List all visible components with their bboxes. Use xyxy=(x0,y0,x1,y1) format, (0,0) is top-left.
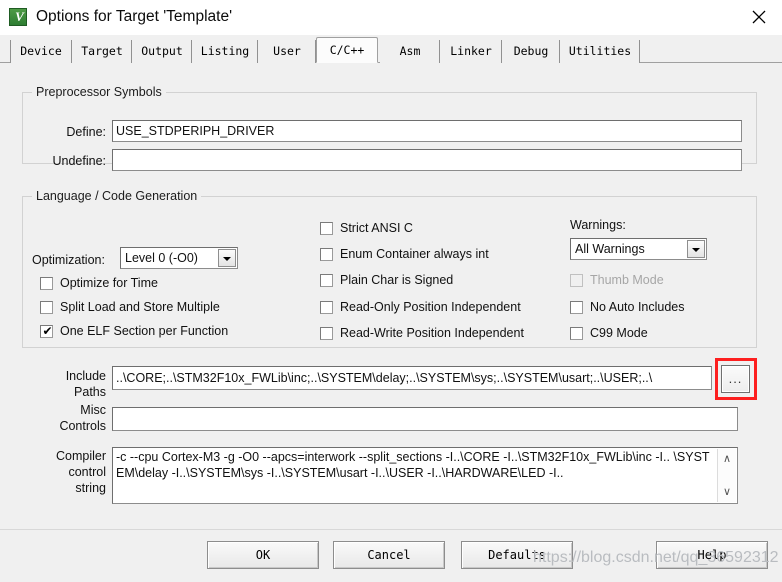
label-thumb-mode: Thumb Mode xyxy=(590,273,664,287)
checkbox-c99-mode[interactable] xyxy=(570,327,583,340)
tab-user[interactable]: User xyxy=(258,40,316,63)
tab-asm[interactable]: Asm xyxy=(380,40,440,63)
optimization-value: Level 0 (-O0) xyxy=(125,251,198,265)
dialog-footer: OK Cancel Defaults Help xyxy=(0,529,782,582)
misc-controls-label-line2: Controls xyxy=(59,419,106,433)
compiler-control-label-line1: Compiler xyxy=(55,449,106,463)
scroll-up-icon[interactable]: ∧ xyxy=(718,451,736,467)
label-c99-mode: C99 Mode xyxy=(590,326,648,340)
compiler-control-string-input[interactable]: -c --cpu Cortex-M3 -g -O0 --apcs=interwo… xyxy=(112,447,738,504)
tab-debug[interactable]: Debug xyxy=(502,40,560,63)
undefine-label: Undefine: xyxy=(52,154,106,168)
defaults-button[interactable]: Defaults xyxy=(461,541,573,569)
warnings-value: All Warnings xyxy=(575,242,645,256)
compiler-control-label-line2: control xyxy=(68,465,106,479)
preprocessor-group-title: Preprocessor Symbols xyxy=(32,85,166,99)
warnings-select[interactable]: All Warnings xyxy=(570,238,707,260)
checkbox-enum-container-always-int[interactable] xyxy=(320,248,333,261)
window-title: Options for Target 'Template' xyxy=(36,8,233,25)
label-read-only-position-independent: Read-Only Position Independent xyxy=(340,300,521,314)
label-enum-container-always-int: Enum Container always int xyxy=(340,247,489,261)
compiler-control-scrollbar[interactable]: ∧ ∨ xyxy=(717,449,736,502)
define-label: Define: xyxy=(66,125,106,139)
label-one-elf-section-per-function: One ELF Section per Function xyxy=(60,324,229,338)
tab-strip: Device Target Output Listing User C/C++ … xyxy=(0,35,782,63)
checkbox-read-write-position-independent[interactable] xyxy=(320,327,333,340)
tab-target[interactable]: Target xyxy=(72,40,132,63)
define-input[interactable]: USE_STDPERIPH_DRIVER xyxy=(112,120,742,142)
warnings-label: Warnings: xyxy=(570,218,626,232)
checkbox-plain-char-is-signed[interactable] xyxy=(320,274,333,287)
optimization-label: Optimization: xyxy=(32,253,105,267)
misc-controls-input[interactable] xyxy=(112,407,738,431)
include-paths-input[interactable]: ..\CORE;..\STM32F10x_FWLib\inc;..\SYSTEM… xyxy=(112,366,712,390)
close-icon xyxy=(752,10,766,24)
tab-output[interactable]: Output xyxy=(132,40,192,63)
checkbox-thumb-mode xyxy=(570,274,583,287)
include-paths-label-line2: Paths xyxy=(74,385,106,399)
tab-device[interactable]: Device xyxy=(10,40,72,63)
misc-controls-label-line1: Misc xyxy=(80,403,106,417)
checkbox-read-only-position-independent[interactable] xyxy=(320,301,333,314)
checkbox-split-load-and-store-multiple[interactable] xyxy=(40,301,53,314)
checkbox-strict-ansi-c[interactable] xyxy=(320,222,333,235)
tab-linker[interactable]: Linker xyxy=(440,40,502,63)
label-plain-char-is-signed: Plain Char is Signed xyxy=(340,273,454,287)
label-read-write-position-independent: Read-Write Position Independent xyxy=(340,326,524,340)
label-strict-ansi-c: Strict ANSI C xyxy=(340,221,413,235)
undefine-input[interactable] xyxy=(112,149,742,171)
language-group-title: Language / Code Generation xyxy=(32,189,202,203)
tab-c-cpp[interactable]: C/C++ xyxy=(316,37,378,63)
label-no-auto-includes: No Auto Includes xyxy=(590,300,685,314)
uvision-logo-icon: V xyxy=(9,8,27,26)
checkbox-one-elf-section-per-function[interactable]: ✔ xyxy=(40,324,53,338)
ok-button[interactable]: OK xyxy=(207,541,319,569)
checkbox-no-auto-includes[interactable] xyxy=(570,301,583,314)
help-button[interactable]: Help xyxy=(656,541,768,569)
chevron-down-icon[interactable] xyxy=(218,249,236,267)
optimization-select[interactable]: Level 0 (-O0) xyxy=(120,247,238,269)
dialog-body: Preprocessor Symbols Define: USE_STDPERI… xyxy=(0,63,782,529)
scroll-down-icon[interactable]: ∨ xyxy=(718,484,736,500)
tab-listing[interactable]: Listing xyxy=(192,40,258,63)
compiler-control-string-value: -c --cpu Cortex-M3 -g -O0 --apcs=interwo… xyxy=(116,450,710,480)
label-split-load-and-store-multiple: Split Load and Store Multiple xyxy=(60,300,220,314)
cancel-button[interactable]: Cancel xyxy=(333,541,445,569)
include-paths-label-line1: Include xyxy=(65,369,106,383)
include-paths-browse-button[interactable]: ... xyxy=(721,365,750,393)
browse-button-label: ... xyxy=(728,371,743,386)
checkmark-icon: ✔ xyxy=(42,324,53,338)
chevron-down-icon[interactable] xyxy=(687,240,705,258)
close-button[interactable] xyxy=(736,0,782,32)
checkbox-optimize-for-time[interactable] xyxy=(40,277,53,290)
title-bar: V Options for Target 'Template' xyxy=(0,0,782,36)
label-optimize-for-time: Optimize for Time xyxy=(60,276,158,290)
compiler-control-label-line3: string xyxy=(75,481,106,495)
uvision-logo-glyph: V xyxy=(15,9,24,24)
tab-utilities[interactable]: Utilities xyxy=(560,40,640,63)
